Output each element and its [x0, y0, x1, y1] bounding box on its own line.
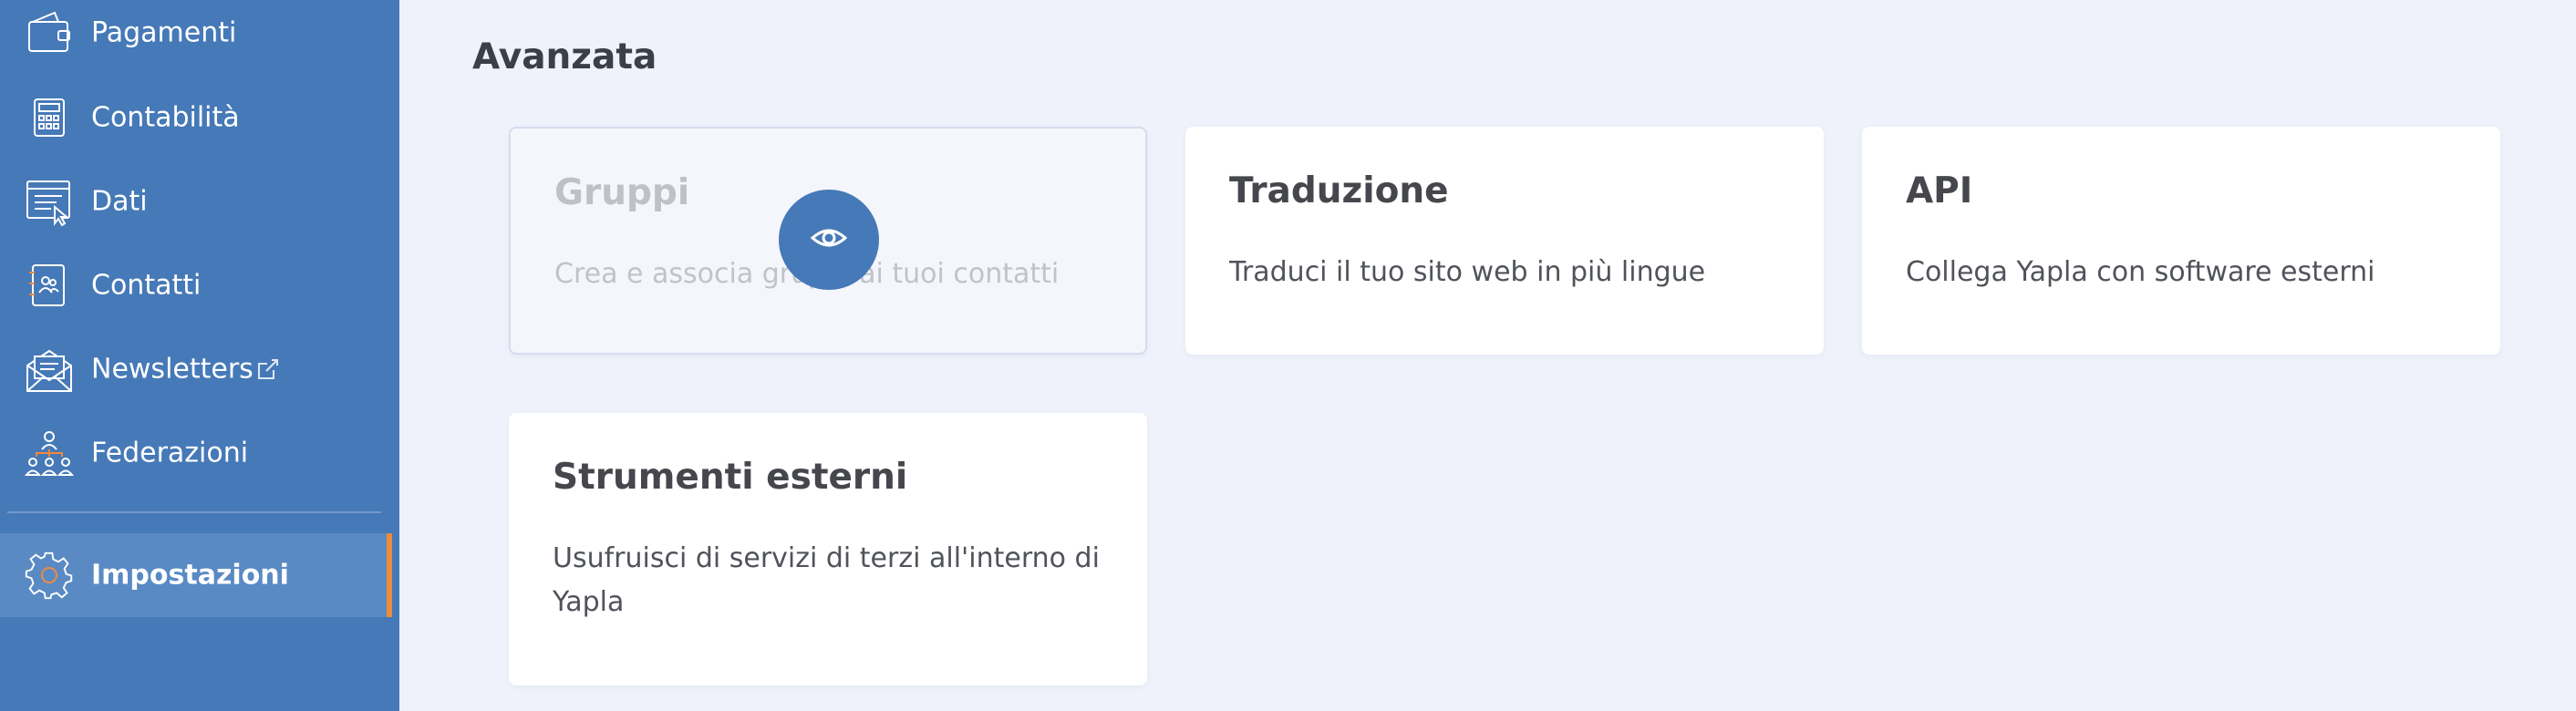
- card-title: API: [1906, 170, 1973, 211]
- data-icon: [24, 176, 75, 227]
- card-description: Traduci il tuo sito web in più lingue: [1229, 256, 1706, 288]
- federation-icon: [24, 428, 75, 479]
- sidebar-item-federazioni[interactable]: Federazioni: [0, 411, 399, 495]
- view-button[interactable]: [779, 190, 879, 290]
- card-title: Strumenti esterni: [553, 457, 908, 498]
- card-api[interactable]: API Collega Yapla con software esterni: [1862, 127, 2500, 355]
- section-title: Avanzata: [472, 36, 657, 77]
- gear-icon: [24, 550, 75, 601]
- card-description: Collega Yapla con software esterni: [1906, 256, 2375, 288]
- card-traduzione[interactable]: Traduzione Traduci il tuo sito web in pi…: [1185, 127, 1824, 355]
- card-title: Traduzione: [1229, 170, 1449, 211]
- sidebar-item-label: Federazioni: [91, 437, 249, 469]
- sidebar-item-impostazioni[interactable]: Impostazioni: [0, 533, 392, 617]
- card-description: Usufruisci di servizi di terzi all'inter…: [553, 542, 1100, 618]
- sidebar-item-label: Impostazioni: [91, 559, 289, 592]
- wallet-icon: [24, 7, 75, 58]
- envelope-icon: [24, 344, 75, 395]
- calculator-icon: [24, 92, 75, 143]
- eye-icon: [809, 218, 849, 262]
- active-indicator: [387, 533, 392, 617]
- sidebar-item-label: Pagamenti: [91, 16, 237, 49]
- sidebar-item-contatti[interactable]: Contatti: [0, 243, 399, 327]
- contacts-book-icon: [24, 260, 75, 311]
- sidebar-item-label: Contabilità: [91, 101, 240, 134]
- sidebar-item-contabilita[interactable]: Contabilità: [0, 76, 399, 160]
- external-link-icon: [255, 356, 281, 382]
- sidebar-item-label: Contatti: [91, 269, 202, 302]
- card-title: Gruppi: [554, 172, 690, 213]
- sidebar-divider: [7, 511, 381, 513]
- sidebar: Pagamenti Contabilità Dati Contatti News…: [0, 0, 399, 711]
- sidebar-item-label: Dati: [91, 185, 148, 218]
- sidebar-item-label: Newsletters: [91, 353, 253, 386]
- card-strumenti-esterni[interactable]: Strumenti esterni Usufruisci di servizi …: [509, 413, 1147, 685]
- sidebar-item-pagamenti[interactable]: Pagamenti: [0, 0, 399, 75]
- sidebar-item-dati[interactable]: Dati: [0, 160, 399, 243]
- sidebar-item-newsletters[interactable]: Newsletters: [0, 327, 399, 411]
